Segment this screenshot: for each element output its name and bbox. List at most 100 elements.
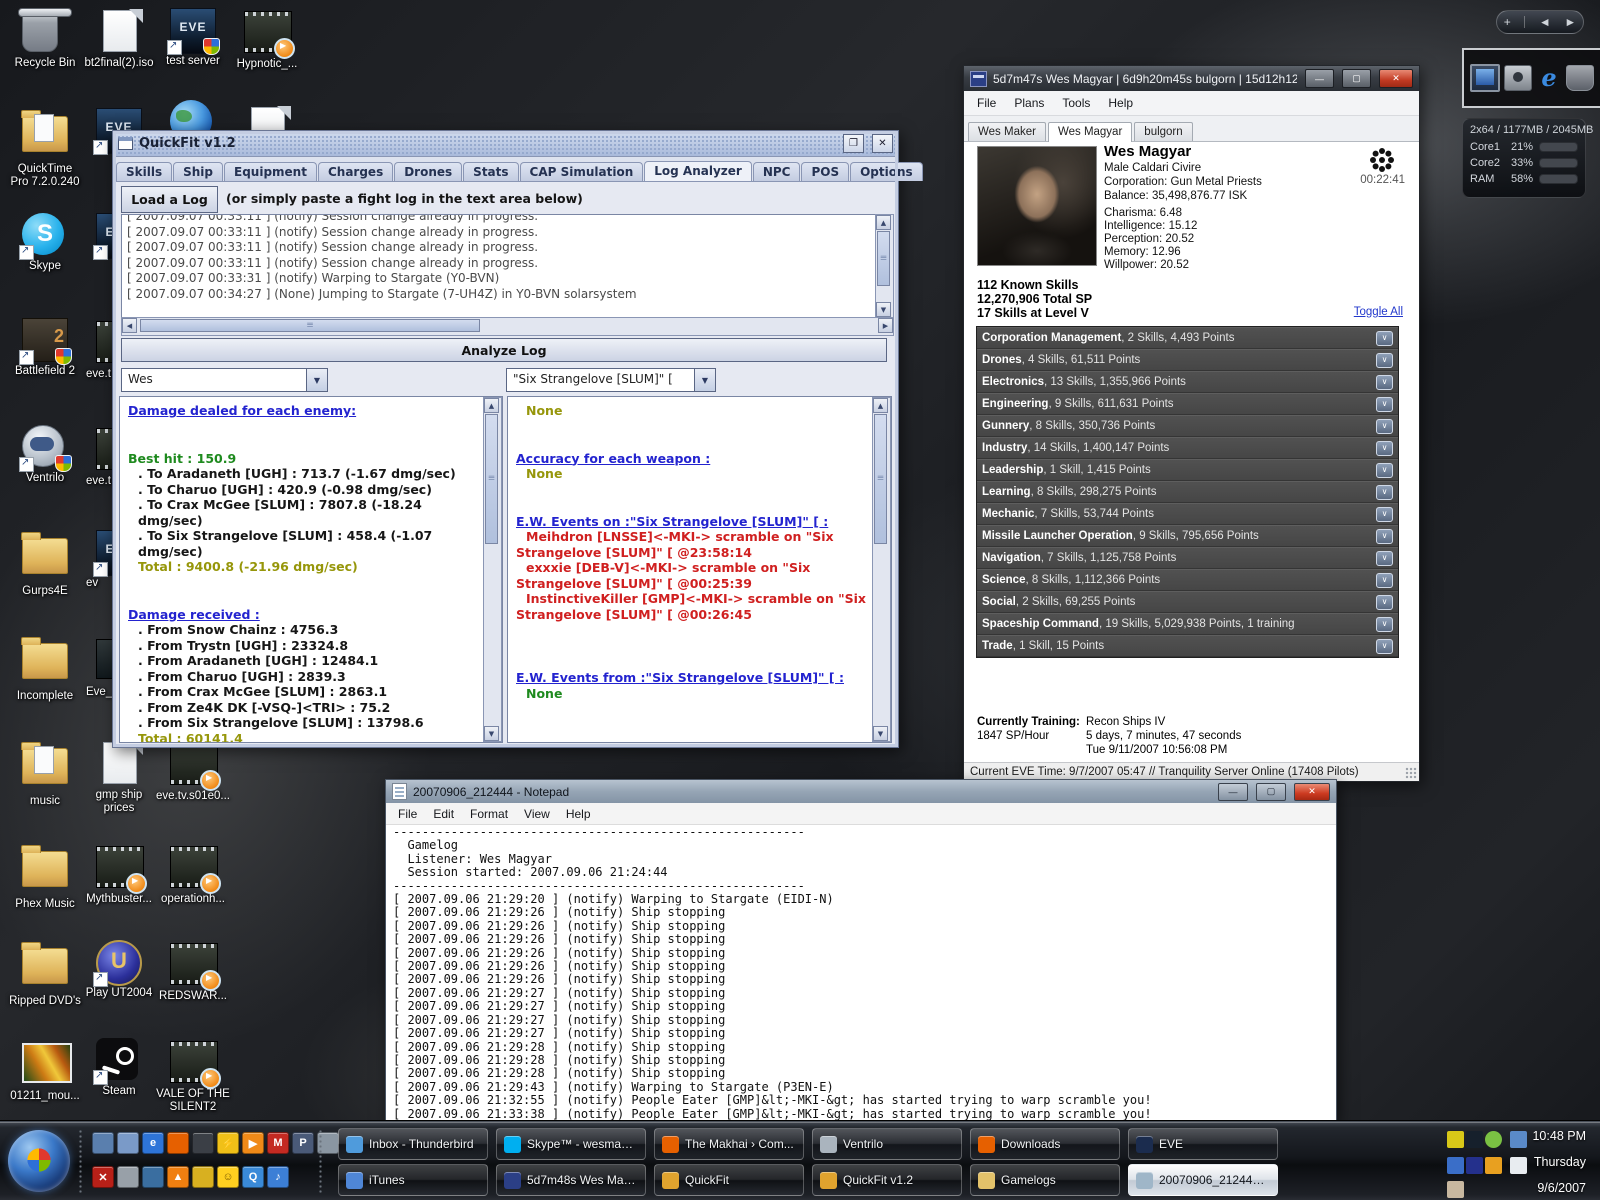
damage-panel[interactable]: Damage dealed for each enemy: Best hit :… [119, 396, 503, 743]
winamp-tray-icon[interactable] [1447, 1181, 1464, 1198]
desktop-icon-redswar[interactable]: REDSWAR... [156, 940, 230, 1003]
skill-group-row[interactable]: Learning , 8 Skills, 298,275 Points ∨ [977, 481, 1398, 503]
collapse-chevron-icon[interactable]: ∨ [1376, 330, 1393, 346]
taskbar-window-button[interactable]: 5d7m48s Wes Magy... [496, 1164, 646, 1196]
quickfit-tab[interactable]: Drones [394, 162, 463, 181]
skill-group-row[interactable]: Corporation Management , 2 Skills, 4,493… [977, 327, 1398, 349]
quickfit-tab[interactable]: Stats [463, 162, 519, 181]
desktop-icon-gmp-ship-prices[interactable]: gmp ship prices [82, 740, 156, 815]
skill-group-row[interactable]: Leadership , 1 Skill, 1,415 Points ∨ [977, 459, 1398, 481]
character-tab[interactable]: Wes Maker [968, 122, 1046, 141]
quickfit-tab[interactable]: Skills [116, 162, 173, 181]
taskbar-window-button[interactable]: Inbox - Thunderbird [338, 1128, 488, 1160]
pandora-icon[interactable]: P [292, 1132, 314, 1154]
recycle-bin-icon[interactable] [1566, 65, 1594, 91]
load-log-button[interactable]: Load a Log [121, 186, 218, 213]
collapse-chevron-icon[interactable]: ∨ [1376, 572, 1393, 588]
menu-item[interactable]: Help [558, 805, 599, 823]
gadget-nav-pill[interactable]: + ◄ ► [1496, 10, 1584, 34]
next-icon[interactable]: ► [1564, 15, 1576, 29]
quickfit-tab[interactable]: NPC [752, 162, 801, 181]
collapse-chevron-icon[interactable]: ∨ [1376, 550, 1393, 566]
scroll-up-icon[interactable]: ▲ [873, 398, 888, 413]
utility-icon[interactable] [117, 1166, 139, 1188]
desktop-icon-steam[interactable]: Steam [82, 1038, 156, 1098]
pilot-select[interactable]: Wes ▼ [121, 368, 328, 392]
app-tray-icon[interactable] [1447, 1157, 1464, 1174]
collapse-chevron-icon[interactable]: ∨ [1376, 594, 1393, 610]
skill-group-row[interactable]: Drones , 4 Skills, 61,511 Points ∨ [977, 349, 1398, 371]
collapse-chevron-icon[interactable]: ∨ [1376, 528, 1393, 544]
collapse-chevron-icon[interactable]: ∨ [1376, 374, 1393, 390]
restore-button[interactable]: ❐ [843, 134, 864, 153]
desktop-icon-gurps4e[interactable]: Gurps4E [8, 530, 82, 598]
icq-icon[interactable] [1447, 1131, 1464, 1148]
taskbar-grip[interactable] [318, 1129, 323, 1193]
skill-group-row[interactable]: Gunnery , 8 Skills, 350,736 Points ∨ [977, 415, 1398, 437]
ball-icon[interactable] [192, 1166, 214, 1188]
show-desktop-icon[interactable] [92, 1132, 114, 1154]
collapse-chevron-icon[interactable]: ∨ [1376, 396, 1393, 412]
internet-explorer-icon[interactable] [1536, 66, 1562, 90]
scroll-right-icon[interactable]: ▶ [878, 318, 893, 333]
skill-group-row[interactable]: Mechanic , 7 Skills, 53,744 Points ∨ [977, 503, 1398, 525]
maximize-button[interactable]: ▢ [1342, 69, 1371, 88]
firefox-icon[interactable] [167, 1132, 189, 1154]
quickfit-tab[interactable]: Log Analyzer [644, 161, 752, 181]
skill-group-row[interactable]: Science , 8 Skills, 1,112,366 Points ∨ [977, 569, 1398, 591]
quickfit-tab[interactable]: Ship [173, 162, 223, 181]
close-button[interactable]: ✕ [1294, 782, 1330, 801]
skill-group-row[interactable]: Engineering , 9 Skills, 611,631 Points ∨ [977, 393, 1398, 415]
desktop-icon-quicktime-folder[interactable]: QuickTime Pro 7.2.0.240 [8, 108, 82, 189]
scroll-down-icon[interactable]: ▼ [876, 302, 891, 317]
desktop-icon-phex-music[interactable]: Phex Music [8, 843, 82, 911]
collapse-chevron-icon[interactable]: ∨ [1376, 484, 1393, 500]
scroll-left-icon[interactable]: ◀ [122, 318, 137, 333]
scroll-down-icon[interactable]: ▼ [873, 726, 888, 741]
chevron-down-icon[interactable]: ▼ [694, 369, 715, 391]
skill-group-row[interactable]: Electronics , 13 Skills, 1,355,966 Point… [977, 371, 1398, 393]
clock-time[interactable]: 10:48 PM [1532, 1129, 1586, 1143]
quickfit-tab[interactable]: Equipment [224, 162, 317, 181]
log-horizontal-scrollbar[interactable]: ◀ ▶ [121, 317, 894, 336]
menu-item[interactable]: Format [462, 805, 516, 823]
desktop-icon-recycle-bin[interactable]: Recycle Bin [8, 8, 82, 70]
panel-scrollbar[interactable]: ▲ ▼ [483, 397, 502, 742]
wireless-icon[interactable] [1466, 1157, 1483, 1174]
desktop-icon-mythbuster[interactable]: Mythbuster... [82, 843, 156, 906]
taskbar-window-button[interactable]: iTunes [338, 1164, 488, 1196]
menu-item[interactable]: Plans [1005, 93, 1053, 113]
toggle-all-link[interactable]: Toggle All [1354, 306, 1403, 318]
vlc-icon[interactable]: ▲ [167, 1166, 189, 1188]
resize-grip[interactable] [1405, 767, 1417, 779]
menu-item[interactable]: File [968, 93, 1005, 113]
desktop-icon-vale-of-the-silent2[interactable]: VALE OF THE SILENT2 [156, 1038, 230, 1114]
desktop-icon-incomplete[interactable]: Incomplete [8, 635, 82, 703]
target-select[interactable]: "Six Strangelove [SLUM]" [▼ [506, 368, 716, 392]
quickfit-tab[interactable]: CAP Simulation [519, 162, 644, 181]
taskbar-window-button[interactable]: 20070906_212444 - ... [1128, 1164, 1278, 1196]
switch-windows-icon[interactable] [117, 1132, 139, 1154]
collapse-chevron-icon[interactable]: ∨ [1376, 616, 1393, 632]
taskbar-window-button[interactable]: QuickFit v1.2 [812, 1164, 962, 1196]
menu-item[interactable]: Tools [1053, 93, 1099, 113]
quicktime-icon[interactable]: Q [242, 1166, 264, 1188]
fight-log-textarea[interactable]: [ 2007.09.07 00:33:11 ] (notify) Session… [121, 214, 886, 318]
desktop-icon-operationh[interactable]: operationh... [156, 843, 230, 906]
scroll-up-icon[interactable]: ▲ [484, 398, 499, 413]
skill-group-row[interactable]: Trade , 1 Skill, 15 Points ∨ [977, 635, 1398, 657]
menu-item[interactable]: View [516, 805, 558, 823]
notepad-text-area[interactable]: ----------------------------------------… [387, 825, 1335, 1120]
internet-explorer-icon[interactable]: e [142, 1132, 164, 1154]
minimize-button[interactable]: — [1218, 782, 1248, 801]
evemon-titlebar[interactable]: 5d7m47s Wes Magyar | 6d9h20m45s bulgorn … [964, 66, 1419, 91]
quickfit-tab[interactable]: POS [801, 162, 850, 181]
itunes-icon[interactable]: ♪ [267, 1166, 289, 1188]
chevron-down-icon[interactable]: ▼ [306, 369, 327, 391]
scroll-down-icon[interactable]: ▼ [484, 726, 499, 741]
collapse-chevron-icon[interactable]: ∨ [1376, 638, 1393, 654]
ew-panel[interactable]: None Accuracy for each weapon : None E.W… [507, 396, 892, 743]
skill-group-row[interactable]: Spaceship Command , 19 Skills, 5,029,938… [977, 613, 1398, 635]
character-tab[interactable]: bulgorn [1134, 122, 1193, 141]
panel-scrollbar[interactable]: ▲ ▼ [872, 397, 891, 742]
